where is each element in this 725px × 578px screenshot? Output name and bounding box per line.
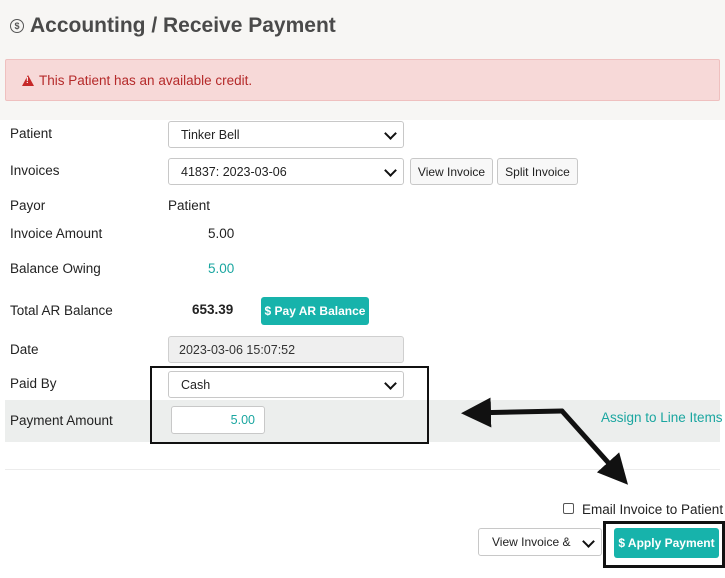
arrow-to-apply-button (559, 408, 629, 485)
annotation-arrows (461, 397, 629, 485)
arrow-to-payment-box (461, 397, 565, 428)
